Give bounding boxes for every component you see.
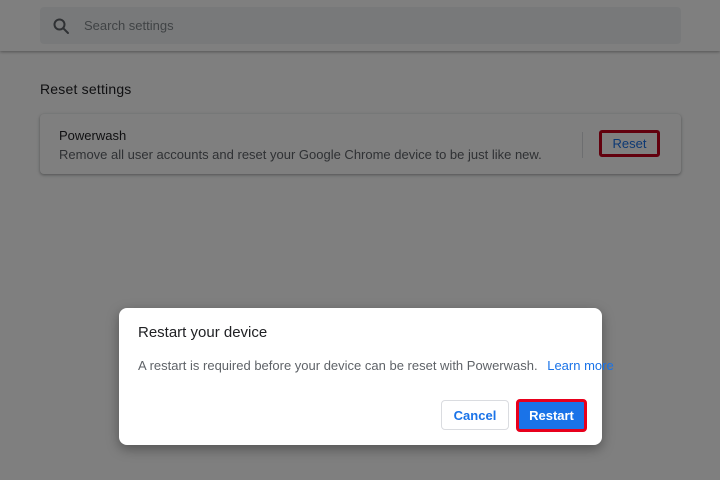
learn-more-link[interactable]: Learn more xyxy=(547,358,613,373)
restart-dialog: Restart your device A restart is require… xyxy=(119,308,614,445)
dialog-body-text: A restart is required before your device… xyxy=(138,358,538,373)
cancel-button[interactable]: Cancel xyxy=(441,400,509,430)
dialog-title: Restart your device xyxy=(138,324,268,341)
restart-button[interactable]: Restart xyxy=(516,399,587,432)
dialog-body: A restart is required before your device… xyxy=(138,358,614,373)
